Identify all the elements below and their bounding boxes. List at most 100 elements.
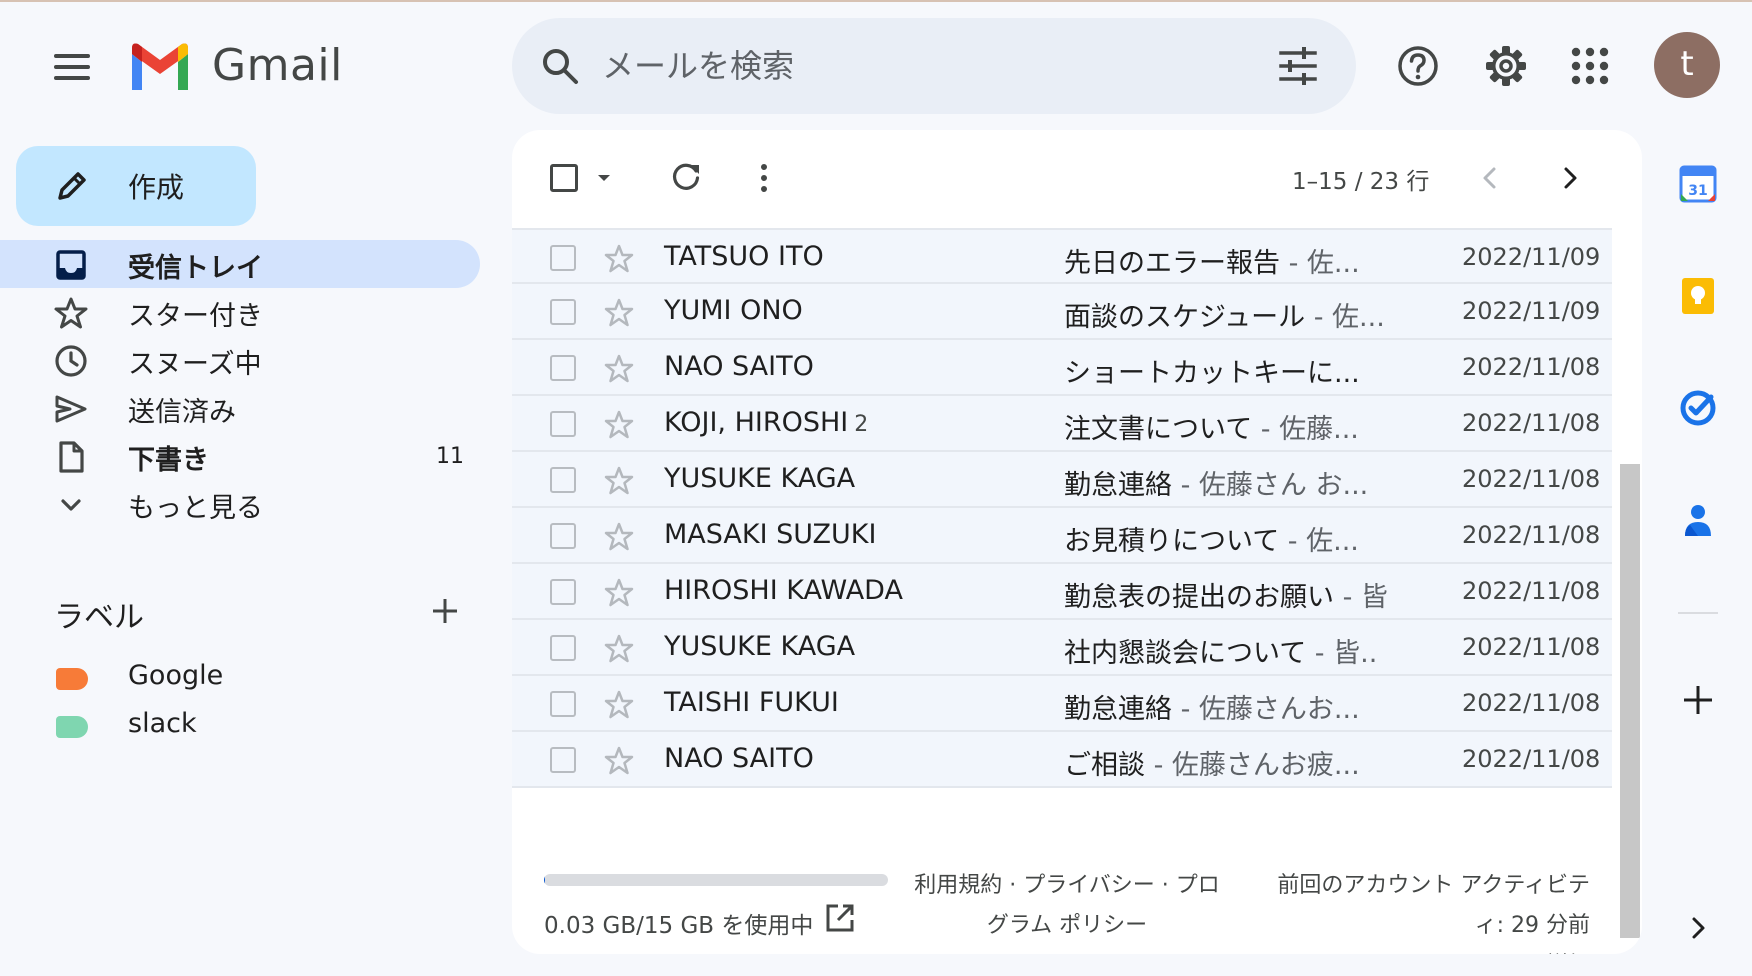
nav-item-more[interactable]: もっと見る [0,480,480,528]
list-footer: 0.03 GB/15 GB を使用中 利用規約 · プライバシー · プロ グラ… [512,830,1612,954]
activity-details-link[interactable]: 詳細 [1232,946,1590,954]
email-sender: NAO SAITO [664,351,814,382]
caret-down-icon[interactable] [596,170,612,186]
menu-icon-bar [54,65,90,69]
email-sender: NAO SAITO [664,743,814,774]
star-icon[interactable] [604,410,634,440]
nav-item-sent[interactable]: 送信済み [0,384,480,432]
email-row[interactable]: NAO SAITO ショートカットキーに... 2022/11/08 [512,340,1612,396]
star-icon[interactable] [604,690,634,720]
nav-item-label: スヌーズ中 [128,349,262,380]
search-options-icon[interactable] [1278,46,1318,86]
calendar-icon[interactable]: 31 [1678,164,1718,204]
storage-usage-text: 0.03 GB/15 GB を使用中 [544,913,814,939]
star-icon[interactable] [604,244,634,274]
email-list: TATSUO ITO 先日のエラー報告 - 佐... 2022/11/09 YU… [512,228,1612,788]
label-item-slack[interactable]: slack [0,704,480,750]
add-addon-icon[interactable] [1678,680,1718,720]
email-row[interactable]: TAISHI FUKUI 勤怠連絡 - 佐藤さんお... 2022/11/08 [512,676,1612,732]
star-icon[interactable] [604,522,634,552]
chevron-left-icon[interactable] [1472,160,1508,196]
open-in-new-icon[interactable] [824,902,856,934]
nav-item-label: もっと見る [128,493,263,524]
sender-name: TAISHI FUKUI [664,687,839,718]
email-row[interactable]: YUSUKE KAGA 勤怠連絡 - 佐藤さん お... 2022/11/08 [512,452,1612,508]
email-sender: KOJI, HIROSHI 2 [664,407,868,438]
row-checkbox[interactable] [550,691,576,717]
star-icon[interactable] [604,298,634,328]
pencil-icon [58,172,86,200]
search-bar[interactable] [512,18,1356,114]
email-row[interactable]: YUMI ONO 面談のスケジュール - 佐... 2022/11/09 [512,284,1612,340]
draft-icon [59,441,84,473]
sender-name: KOJI, HIROSHI [664,407,849,438]
gmail-wordmark: Gmail [212,40,343,91]
email-sender: YUSUKE KAGA [664,631,855,662]
email-subject: 面談のスケジュール - 佐... [1064,295,1394,334]
row-checkbox[interactable] [550,355,576,381]
apps-grid-icon[interactable] [1568,44,1612,88]
star-icon [54,297,88,329]
search-icon[interactable] [540,46,580,86]
chevron-right-icon[interactable] [1552,160,1588,196]
chevron-down-icon [61,499,81,511]
subject-text: お見積りについて [1064,526,1280,557]
email-row[interactable]: YUSUKE KAGA 社内懇談会について - 皆.. 2022/11/08 [512,620,1612,676]
star-icon[interactable] [604,354,634,384]
label-item-google[interactable]: Google [0,656,480,702]
keep-icon[interactable] [1678,276,1718,316]
main-menu-button[interactable] [50,52,90,82]
activity-line: 前回のアカウント アクティビテ [1277,873,1590,898]
email-subject: 勤怠連絡 - 佐藤さんお... [1064,687,1394,726]
compose-button[interactable]: 作成 [16,146,256,226]
row-checkbox[interactable] [550,299,576,325]
row-checkbox[interactable] [550,523,576,549]
subject-text: 勤怠連絡 [1064,694,1172,725]
refresh-icon[interactable] [668,160,704,196]
list-scrollbar[interactable] [1620,464,1640,938]
nav-item-drafts[interactable]: 下書き 11 [0,432,480,480]
email-row[interactable]: NAO SAITO ご相談 - 佐藤さんお疲... 2022/11/08 [512,732,1612,788]
sender-name: TATSUO ITO [664,241,824,272]
sender-name: HIROSHI KAWADA [664,575,903,606]
send-icon [55,395,87,423]
star-icon[interactable] [604,466,634,496]
storage-meter [544,874,888,886]
row-checkbox[interactable] [550,411,576,437]
row-checkbox[interactable] [550,245,576,271]
contacts-icon[interactable] [1678,500,1718,540]
email-row[interactable]: HIROSHI KAWADA 勤怠表の提出のお願い - 皆 2022/11/08 [512,564,1612,620]
nav-item-snoozed[interactable]: スヌーズ中 [0,336,480,384]
subject-text: 勤怠連絡 [1064,470,1172,501]
nav-item-label: 送信済み [128,397,236,428]
row-checkbox[interactable] [550,467,576,493]
chevron-right-icon[interactable] [1678,908,1718,948]
snippet-text: - 佐... [1280,248,1360,279]
help-icon[interactable] [1396,44,1440,88]
email-sender: YUSUKE KAGA [664,463,855,494]
email-row[interactable]: TATSUO ITO 先日のエラー報告 - 佐... 2022/11/09 [512,228,1612,284]
tasks-icon[interactable] [1678,388,1718,428]
email-row[interactable]: KOJI, HIROSHI 2 注文書について - 佐藤... 2022/11/0… [512,396,1612,452]
nav-item-starred[interactable]: スター付き [0,288,480,336]
star-icon[interactable] [604,746,634,776]
settings-gear-icon[interactable] [1484,44,1528,88]
star-icon[interactable] [604,578,634,608]
account-avatar[interactable]: t [1654,32,1720,98]
email-subject: お見積りについて - 佐... [1064,519,1394,558]
row-checkbox[interactable] [550,579,576,605]
email-sender: HIROSHI KAWADA [664,575,903,606]
select-all-checkbox[interactable] [550,164,578,192]
row-checkbox[interactable] [550,747,576,773]
window-top-border [0,0,1752,2]
terms-privacy-links[interactable]: 利用規約 · プライバシー · プロ グラム ポリシー [900,866,1234,946]
star-icon[interactable] [604,634,634,664]
add-label-icon[interactable] [428,594,462,628]
more-vert-icon[interactable] [746,160,782,196]
gmail-logo-icon[interactable] [128,42,192,90]
nav-item-inbox[interactable]: 受信トレイ [0,240,480,288]
search-input[interactable] [602,38,1222,94]
email-date: 2022/11/09 [1462,297,1601,325]
row-checkbox[interactable] [550,635,576,661]
email-row[interactable]: MASAKI SUZUKI お見積りについて - 佐... 2022/11/08 [512,508,1612,564]
